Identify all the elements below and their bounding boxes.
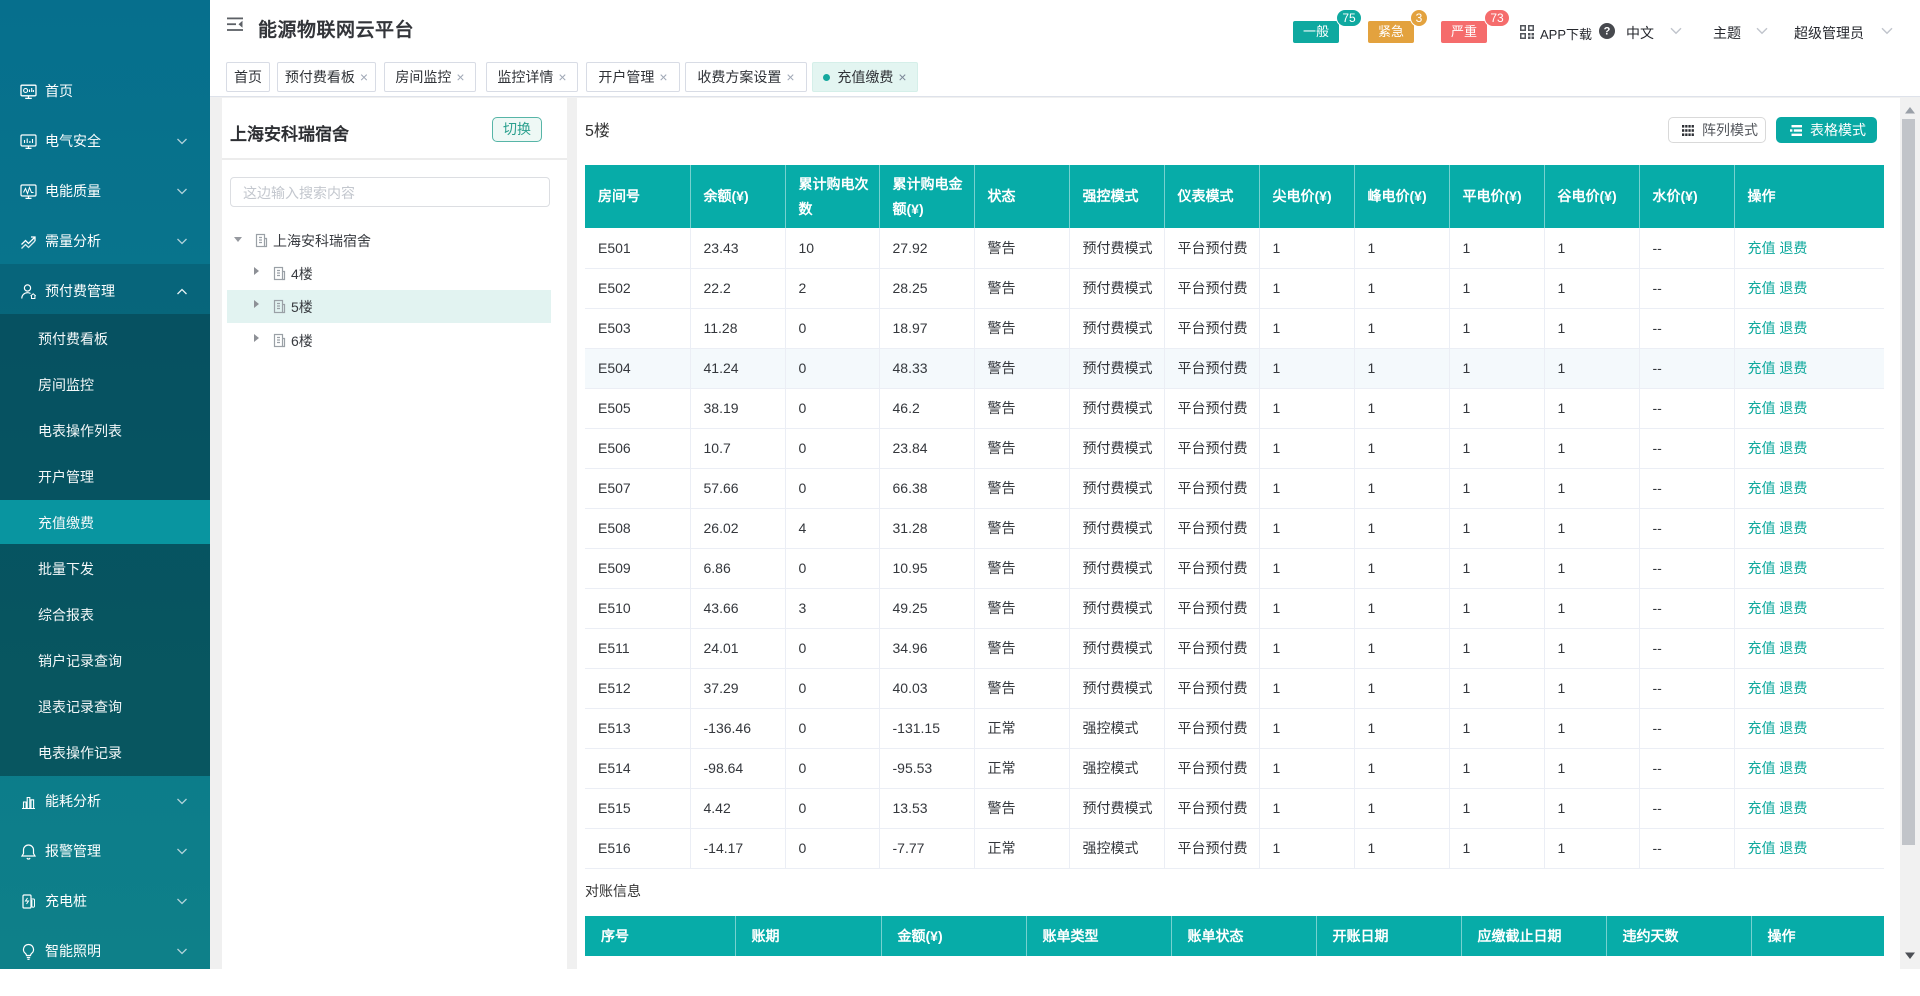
svg-text:?: ? — [1604, 26, 1611, 38]
